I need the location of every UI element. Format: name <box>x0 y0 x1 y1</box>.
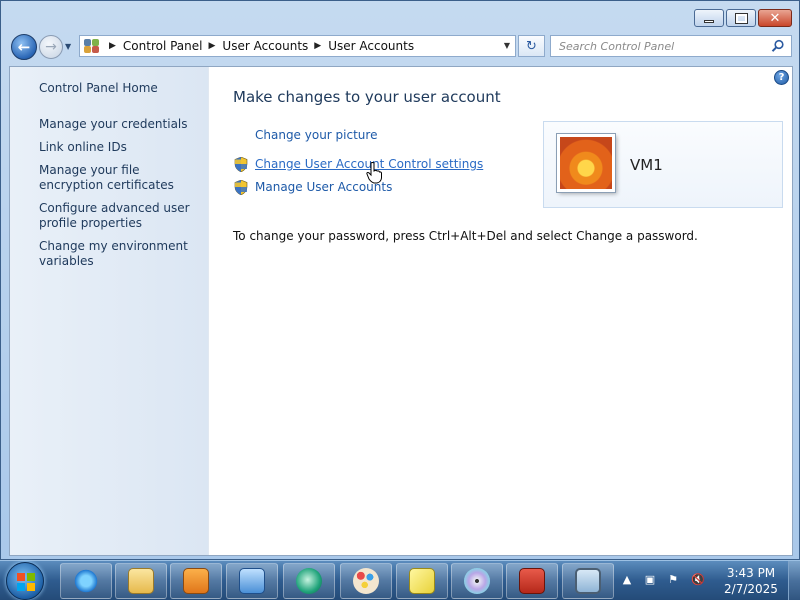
taskbar-toolbox[interactable] <box>506 563 558 599</box>
address-bar[interactable]: ▶ Control Panel ▶ User Accounts ▶ User A… <box>79 35 516 57</box>
media-center-icon <box>296 568 322 594</box>
sidebar-item-file-encryption[interactable]: Manage your file encryption certificates <box>39 163 204 193</box>
taskbar-media-player[interactable] <box>170 563 222 599</box>
maximize-icon <box>734 12 748 24</box>
task-pane: Control Panel Home Manage your credentia… <box>10 67 209 555</box>
password-note: To change your password, press Ctrl+Alt+… <box>233 229 698 243</box>
breadcrumb-chevron-icon[interactable]: ▶ <box>109 41 116 51</box>
back-button[interactable]: ← <box>11 34 37 60</box>
start-button[interactable] <box>6 562 44 600</box>
sidebar-item-advanced-profile[interactable]: Configure advanced user profile properti… <box>39 201 204 231</box>
sidebar-item-link-online-ids[interactable]: Link online IDs <box>39 140 204 155</box>
breadcrumb-user-accounts[interactable]: User Accounts <box>222 39 308 53</box>
search-box[interactable] <box>550 35 792 57</box>
close-button[interactable]: ✕ <box>758 9 792 27</box>
control-panel-window: ✕ ← → ▼ ▶ Control Panel ▶ User Accounts … <box>0 0 800 560</box>
content-area: Control Panel Home Manage your credentia… <box>9 66 793 556</box>
breadcrumb-control-panel[interactable]: Control Panel <box>123 39 203 53</box>
taskbar-paint[interactable] <box>340 563 392 599</box>
user-account-tile: VM1 <box>543 121 783 208</box>
user-name: VM1 <box>630 156 663 174</box>
user-picture-flower-icon <box>557 134 615 192</box>
taskbar-windows-explorer[interactable] <box>115 563 167 599</box>
sidebar-item-control-panel-home[interactable]: Control Panel Home <box>39 81 204 96</box>
uac-shield-icon <box>234 180 248 195</box>
action-center-flag-icon[interactable]: ⚑ <box>665 573 681 589</box>
network-icon[interactable]: ▣ <box>642 573 658 589</box>
clock-time[interactable]: 3:43 PM <box>721 566 781 580</box>
help-icon[interactable]: ? <box>774 70 789 85</box>
taskbar-remote-desktop[interactable] <box>226 563 278 599</box>
back-arrow-icon: ← <box>17 38 31 56</box>
recent-pages-button[interactable]: ▼ <box>65 42 75 52</box>
taskbar-internet-explorer[interactable] <box>60 563 112 599</box>
forward-arrow-icon: → <box>45 39 57 55</box>
taskbar-sticky-notes[interactable] <box>396 563 448 599</box>
internet-explorer-icon <box>73 568 99 594</box>
volume-muted-icon[interactable]: 🔇 <box>690 573 706 589</box>
sticky-notes-icon <box>409 568 435 594</box>
taskbar-media-center[interactable] <box>283 563 335 599</box>
dvd-maker-icon <box>464 568 490 594</box>
breadcrumb-chevron-icon[interactable]: ▶ <box>209 41 216 51</box>
taskbar-dvd-maker[interactable] <box>451 563 503 599</box>
toolbox-icon <box>519 568 545 594</box>
refresh-button[interactable]: ↻ <box>518 35 545 57</box>
control-panel-icon <box>83 38 103 54</box>
search-icon[interactable] <box>771 39 785 53</box>
page-title: Make changes to your user account <box>233 88 501 106</box>
change-picture-link[interactable]: Change your picture <box>255 128 377 142</box>
clock-date[interactable]: 2/7/2025 <box>721 582 781 596</box>
taskbar-screen[interactable] <box>562 563 614 599</box>
search-input[interactable] <box>551 36 761 56</box>
navigation-bar: ← → ▼ ▶ Control Panel ▶ User Accounts ▶ … <box>1 31 799 63</box>
forward-button[interactable]: → <box>39 35 63 59</box>
paint-icon <box>353 568 379 594</box>
sidebar-item-environment-variables[interactable]: Change my environment variables <box>39 239 204 269</box>
windows-logo-icon <box>17 573 35 591</box>
minimize-icon <box>704 19 714 23</box>
close-icon: ✕ <box>769 10 781 26</box>
screen-icon <box>575 568 601 594</box>
minimize-button[interactable] <box>694 9 724 27</box>
show-desktop-button[interactable] <box>788 561 800 600</box>
sidebar-item-manage-credentials[interactable]: Manage your credentials <box>39 117 204 132</box>
refresh-icon: ↻ <box>526 38 537 54</box>
uac-shield-icon <box>234 157 248 172</box>
breadcrumb-user-accounts-current[interactable]: User Accounts <box>328 39 414 53</box>
address-dropdown-icon[interactable]: ▼ <box>504 41 510 50</box>
hand-pointer-cursor-icon <box>366 162 382 184</box>
remote-desktop-icon <box>239 568 265 594</box>
taskbar: ▲ ▣ ⚑ 🔇 3:43 PM 2/7/2025 <box>0 560 800 600</box>
title-bar[interactable]: ✕ <box>1 1 799 31</box>
windows-explorer-icon <box>128 568 154 594</box>
maximize-button[interactable] <box>726 9 756 27</box>
breadcrumb-chevron-icon[interactable]: ▶ <box>314 41 321 51</box>
show-hidden-icons-icon[interactable]: ▲ <box>619 573 635 589</box>
notification-area: ▲ ▣ ⚑ 🔇 3:43 PM 2/7/2025 <box>615 561 800 600</box>
media-player-icon <box>183 568 209 594</box>
